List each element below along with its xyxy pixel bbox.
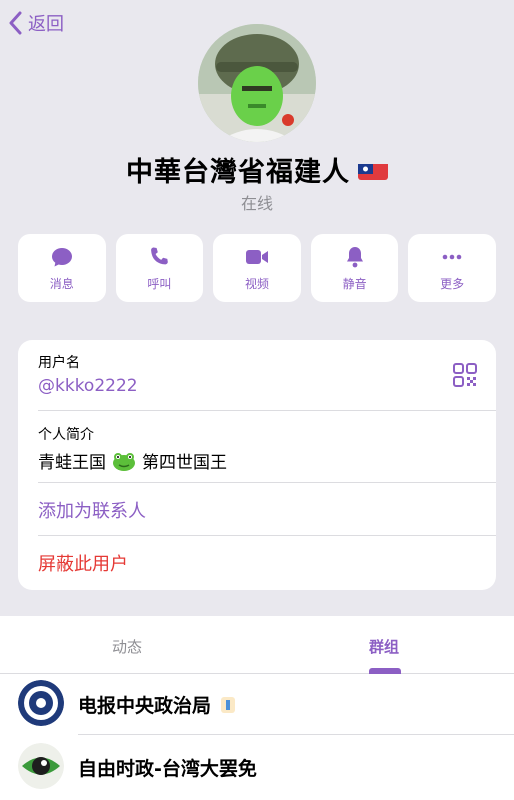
badge-icon [221, 696, 236, 713]
divider [38, 410, 496, 411]
bio-prefix: 青蛙王国 [38, 453, 106, 473]
message-icon [51, 247, 72, 266]
call-label: 呼叫 [147, 276, 172, 291]
chevron-left-icon [9, 11, 22, 35]
eye-icon [18, 743, 64, 789]
profile-name: 中華台灣省福建人 [0, 150, 514, 189]
list-item[interactable]: 电报中央政治局 [0, 674, 514, 734]
frog-icon [113, 452, 135, 471]
more-icon [442, 254, 462, 259]
video-label: 视频 [244, 276, 269, 291]
bell-icon [346, 246, 363, 267]
mute-label: 静音 [342, 276, 367, 291]
back-label: 返回 [28, 14, 64, 35]
bio-row: 个人简介 青蛙王国 第四世国王 [38, 424, 496, 473]
more-button[interactable]: 更多 [408, 234, 496, 302]
divider [38, 482, 496, 483]
flag-icon [358, 160, 388, 180]
qr-code-icon[interactable] [452, 362, 478, 388]
group-name: 自由时政-台湾大罢免 [78, 754, 257, 781]
group-name: 电报中央政治局 [78, 691, 237, 718]
action-bar: 消息 呼叫 视频 静音 更多 [18, 234, 496, 302]
avatar[interactable] [198, 24, 316, 142]
tab-groups[interactable]: 群组 [369, 636, 399, 657]
username-label: 用户名 [38, 355, 80, 371]
emblem-icon [18, 680, 64, 726]
bio-suffix: 第四世国王 [142, 453, 227, 473]
block-user-button[interactable]: 屏蔽此用户 [38, 550, 496, 576]
video-button[interactable]: 视频 [213, 234, 301, 302]
divider [38, 535, 496, 536]
info-card: 用户名 @kkko2222 个人简介 青蛙王国 第四世国王 添加为联系人 屏蔽此… [18, 340, 496, 590]
more-label: 更多 [440, 276, 465, 291]
video-icon [245, 249, 268, 264]
mute-button[interactable]: 静音 [310, 234, 399, 302]
username-value[interactable]: @kkko2222 [38, 376, 496, 396]
group-name-text: 自由时政-台湾大罢免 [78, 758, 257, 780]
list-item[interactable]: 自由时政-台湾大罢免 [0, 737, 514, 797]
username-row[interactable]: 用户名 @kkko2222 [38, 352, 496, 396]
group-name-text: 电报中央政治局 [78, 695, 212, 717]
group-list: 电报中央政治局 自由时政-台湾大罢免 [0, 674, 514, 800]
back-button[interactable]: 返回 [8, 8, 64, 38]
call-button[interactable]: 呼叫 [115, 234, 204, 302]
divider [78, 734, 514, 735]
message-button[interactable]: 消息 [18, 234, 106, 302]
add-contact-button[interactable]: 添加为联系人 [38, 497, 496, 523]
phone-icon [151, 247, 169, 264]
online-status: 在线 [240, 194, 273, 213]
tab-posts[interactable]: 动态 [112, 636, 142, 657]
bio-value: 青蛙王国 第四世国王 [38, 448, 496, 473]
message-label: 消息 [49, 276, 74, 291]
bio-label: 个人简介 [38, 427, 94, 443]
profile-name-text: 中華台灣省福建人 [126, 157, 350, 188]
tab-bar: 动态 群组 [0, 616, 514, 674]
